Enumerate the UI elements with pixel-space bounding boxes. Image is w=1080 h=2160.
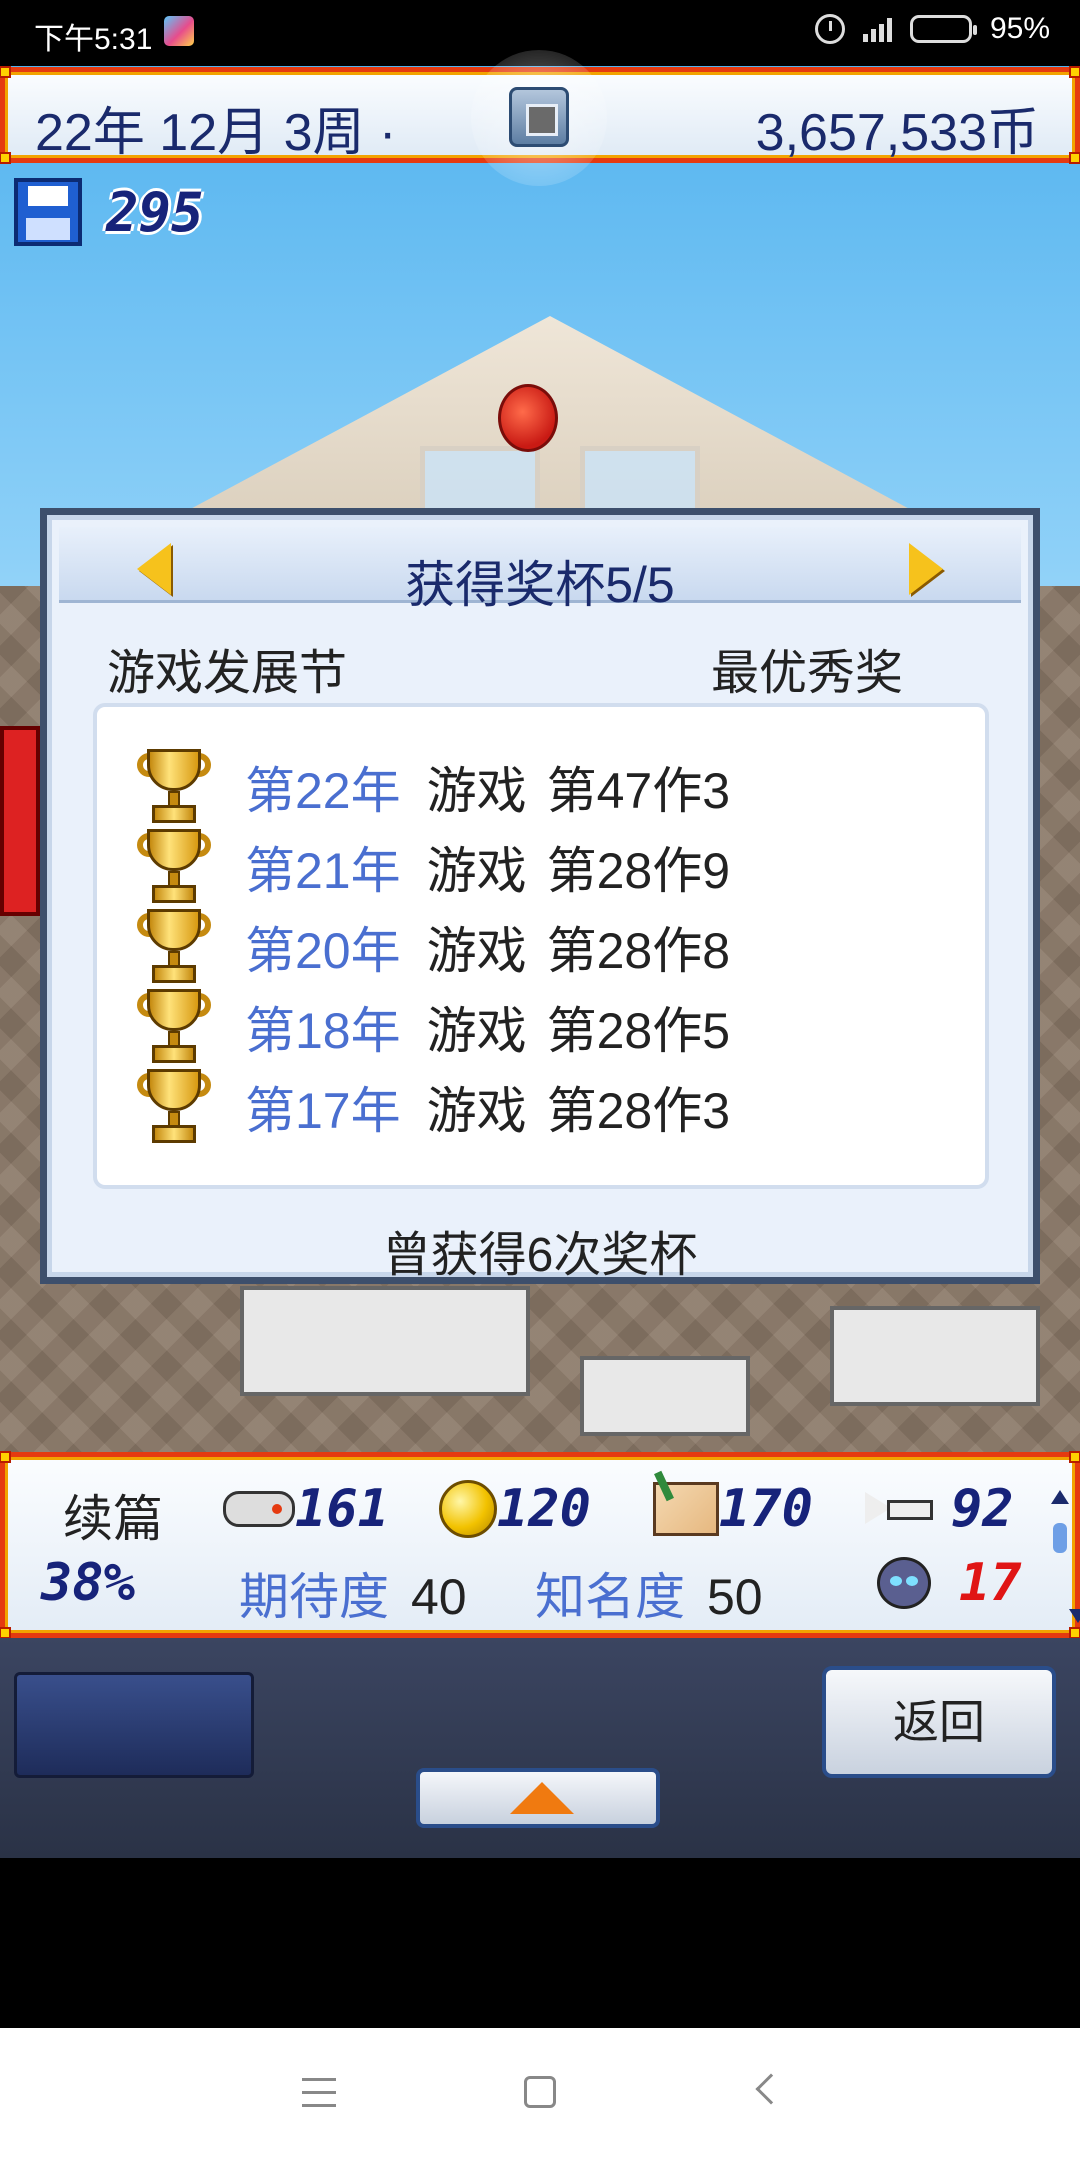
bookshelf [830,1306,1040,1406]
menu-panel-button[interactable] [14,1672,254,1778]
app-notification-icon [164,16,194,46]
fame-label: 知名度 [535,1569,685,1625]
trophy-work: 第47作3 [546,763,731,819]
trophy-row: 第17年 游戏 第28作3 [137,1067,730,1147]
bug-icon [877,1557,931,1609]
trophy-dialog: 获得奖杯5/5 游戏发展节 最优秀奖 第22年 游戏 第47作3 第21年 游戏… [40,508,1040,1284]
frame-corner [1069,1451,1080,1463]
expectation-stat: 期待度 40 [239,1557,467,1629]
genre-label: 续篇 [63,1491,163,1547]
frame-corner [0,66,11,78]
brush-icon [653,1482,719,1536]
frame-corner [0,152,11,164]
trophy-icon [137,747,211,827]
sound-value: 92 [951,1479,1014,1539]
trophy-row: 第21年 游戏 第28作9 [137,827,730,907]
status-icons: 95% [814,12,1050,46]
dialog-title: 获得奖杯5/5 [405,557,675,613]
frame-corner [0,1451,11,1463]
fun-stat: 161 [223,1479,389,1539]
trophy-type: 游戏 [426,1083,527,1139]
expand-button[interactable] [416,1768,660,1828]
vending-machine [0,726,40,916]
trophy-row: 第22年 游戏 第47作3 [137,747,730,827]
progress-percent: 38% [41,1553,135,1613]
trophy-year: 第17年 [245,1083,401,1139]
trophy-icon [137,907,211,987]
bug-stat: 17 [877,1553,1022,1613]
trophy-work: 第28作9 [546,843,731,899]
status-time: 下午5:31 [34,23,153,56]
game-date: 22年 12月 3周 · [35,104,397,162]
trophy-year: 第20年 [245,923,401,979]
scroll-up-icon[interactable] [1051,1473,1069,1504]
trophy-year: 第21年 [245,843,401,899]
red-lantern-icon [498,384,558,452]
trophy-list: 第22年 游戏 第47作3 第21年 游戏 第28作9 第20年 游戏 第28作… [93,703,989,1189]
dialog-header: 获得奖杯5/5 [59,527,1021,613]
top-info-bar: 22年 12月 3周 · 3,657,533币 [0,50,1080,186]
frame-corner [1069,152,1080,164]
trophy-work: 第28作8 [546,923,731,979]
up-arrow-icon [510,1782,574,1814]
save-count: 295 [106,180,204,244]
graphics-stat: 170 [653,1479,813,1539]
expectation-value: 40 [411,1569,467,1625]
trophy-icon [137,1067,211,1147]
floppy-disk-icon [14,178,82,246]
game-stats-panel: 续篇 38% 161 120 170 92 期待度 40 知名度 50 17 [0,1451,1080,1639]
fun-value: 161 [295,1479,389,1539]
trophy-work: 第28作3 [546,1083,731,1139]
trophy-year: 第18年 [245,1003,401,1059]
gamepad-icon [223,1491,295,1527]
trophy-type: 游戏 [426,843,527,899]
system-nav-bar [0,2028,1080,2160]
trophy-row: 第20年 游戏 第28作8 [137,907,730,987]
trophy-total: 曾获得6次奖杯 [382,1229,698,1282]
fame-value: 50 [707,1569,763,1625]
coin-icon [439,1480,497,1538]
back-button[interactable]: 返回 [822,1666,1056,1778]
stats-scrollbar[interactable] [1051,1473,1080,1623]
scroll-down-icon[interactable] [1069,1609,1080,1623]
fame-stat: 知名度 50 [535,1557,763,1629]
trophy-year: 第22年 [245,763,401,819]
counter [240,1286,530,1396]
camera-view-button[interactable] [509,87,569,147]
trophy-type: 游戏 [426,923,527,979]
creativity-stat: 120 [439,1479,591,1539]
scroll-thumb[interactable] [1053,1523,1067,1553]
award-name: 最优秀奖 [710,647,903,700]
trophy-icon [137,987,211,1067]
right-arrow-icon[interactable] [909,543,943,595]
desk [580,1356,750,1436]
trophy-type: 游戏 [426,763,527,819]
coin-balance: 3,657,533币 [755,104,1039,162]
trophy-type: 游戏 [426,1003,527,1059]
bottom-controls: 返回 [0,1638,1080,1858]
home-icon[interactable] [524,2076,556,2108]
creativity-value: 120 [497,1479,591,1539]
trumpet-icon [865,1488,933,1530]
battery-percent: 95% [989,12,1050,45]
battery-icon [909,15,977,43]
expectation-label: 期待度 [239,1569,389,1625]
graphics-value: 170 [719,1479,813,1539]
menu-icon[interactable] [302,2078,336,2108]
back-icon[interactable] [755,2073,787,2105]
sound-stat: 92 [865,1479,1014,1539]
signal-icon [862,16,892,42]
save-counter: 295 [14,178,204,246]
trophy-work: 第28作5 [546,1003,731,1059]
frame-corner [1069,66,1080,78]
trophy-icon [137,827,211,907]
trophy-row: 第18年 游戏 第28作5 [137,987,730,1067]
festival-name: 游戏发展节 [107,647,348,700]
bug-value: 17 [959,1553,1022,1613]
alarm-icon [814,14,845,44]
